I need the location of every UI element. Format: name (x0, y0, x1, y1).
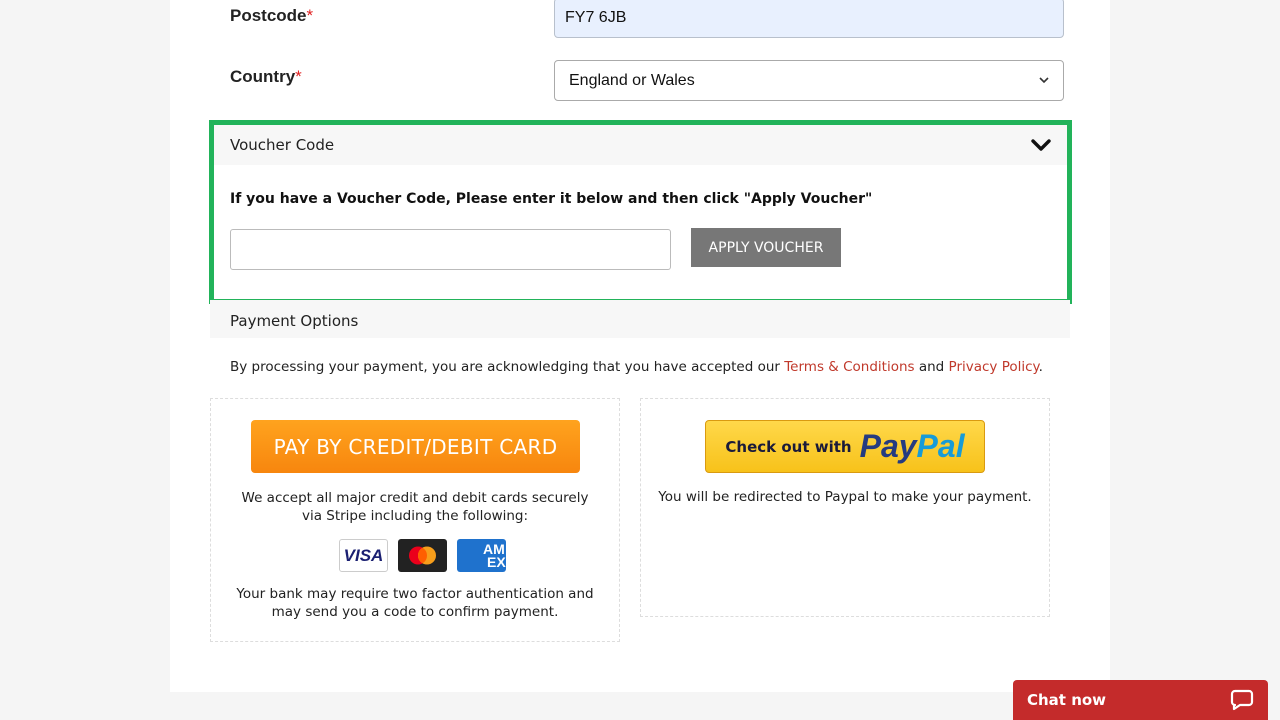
payment-options-header: Payment Options (210, 300, 1070, 338)
chat-bubble-icon (1230, 689, 1254, 711)
payment-options-title: Payment Options (230, 312, 359, 330)
mastercard-icon (398, 539, 447, 572)
chevron-down-icon (1039, 77, 1049, 84)
paypal-payment-box: Check out with PayPal You will be redire… (640, 398, 1050, 617)
country-label: Country* (230, 67, 302, 86)
card-brands: VISA AM EX (339, 539, 506, 572)
apply-voucher-button[interactable]: APPLY VOUCHER (691, 228, 841, 267)
chat-now-label: Chat now (1027, 691, 1107, 709)
card-payment-box: PAY BY CREDIT/DEBIT CARD We accept all m… (210, 398, 620, 642)
payment-acknowledgement: By processing your payment, you are ackn… (230, 359, 1043, 375)
required-marker: * (295, 67, 302, 86)
chat-now-button[interactable]: Chat now (1013, 680, 1268, 720)
paypal-checkout-button[interactable]: Check out with PayPal (705, 420, 985, 473)
amex-icon: AM EX (457, 539, 506, 572)
country-select[interactable]: England or Wales (554, 60, 1064, 101)
terms-link[interactable]: Terms & Conditions (784, 359, 914, 375)
pay-by-card-button[interactable]: PAY BY CREDIT/DEBIT CARD (251, 420, 580, 473)
voucher-section: Voucher Code If you have a Voucher Code,… (209, 120, 1072, 304)
paypal-logo-icon: PayPal (859, 428, 965, 464)
postcode-input[interactable] (554, 0, 1064, 38)
voucher-instructions: If you have a Voucher Code, Please enter… (230, 191, 873, 207)
voucher-title: Voucher Code (230, 136, 335, 154)
paypal-redirect-text: You will be redirected to Paypal to make… (658, 489, 1032, 505)
privacy-policy-link[interactable]: Privacy Policy (949, 359, 1039, 375)
card-accept-text: We accept all major credit and debit car… (241, 490, 589, 524)
voucher-code-input[interactable] (230, 229, 671, 270)
required-marker: * (306, 6, 314, 25)
chevron-down-icon[interactable] (1031, 138, 1051, 152)
visa-icon: VISA (339, 539, 388, 572)
paypal-button-text: Check out with (725, 437, 852, 456)
country-selected-value: England or Wales (569, 71, 695, 89)
postcode-label: Postcode* (230, 6, 314, 25)
bank-2fa-text: Your bank may require two factor authent… (236, 586, 594, 620)
voucher-header[interactable]: Voucher Code (214, 125, 1067, 165)
